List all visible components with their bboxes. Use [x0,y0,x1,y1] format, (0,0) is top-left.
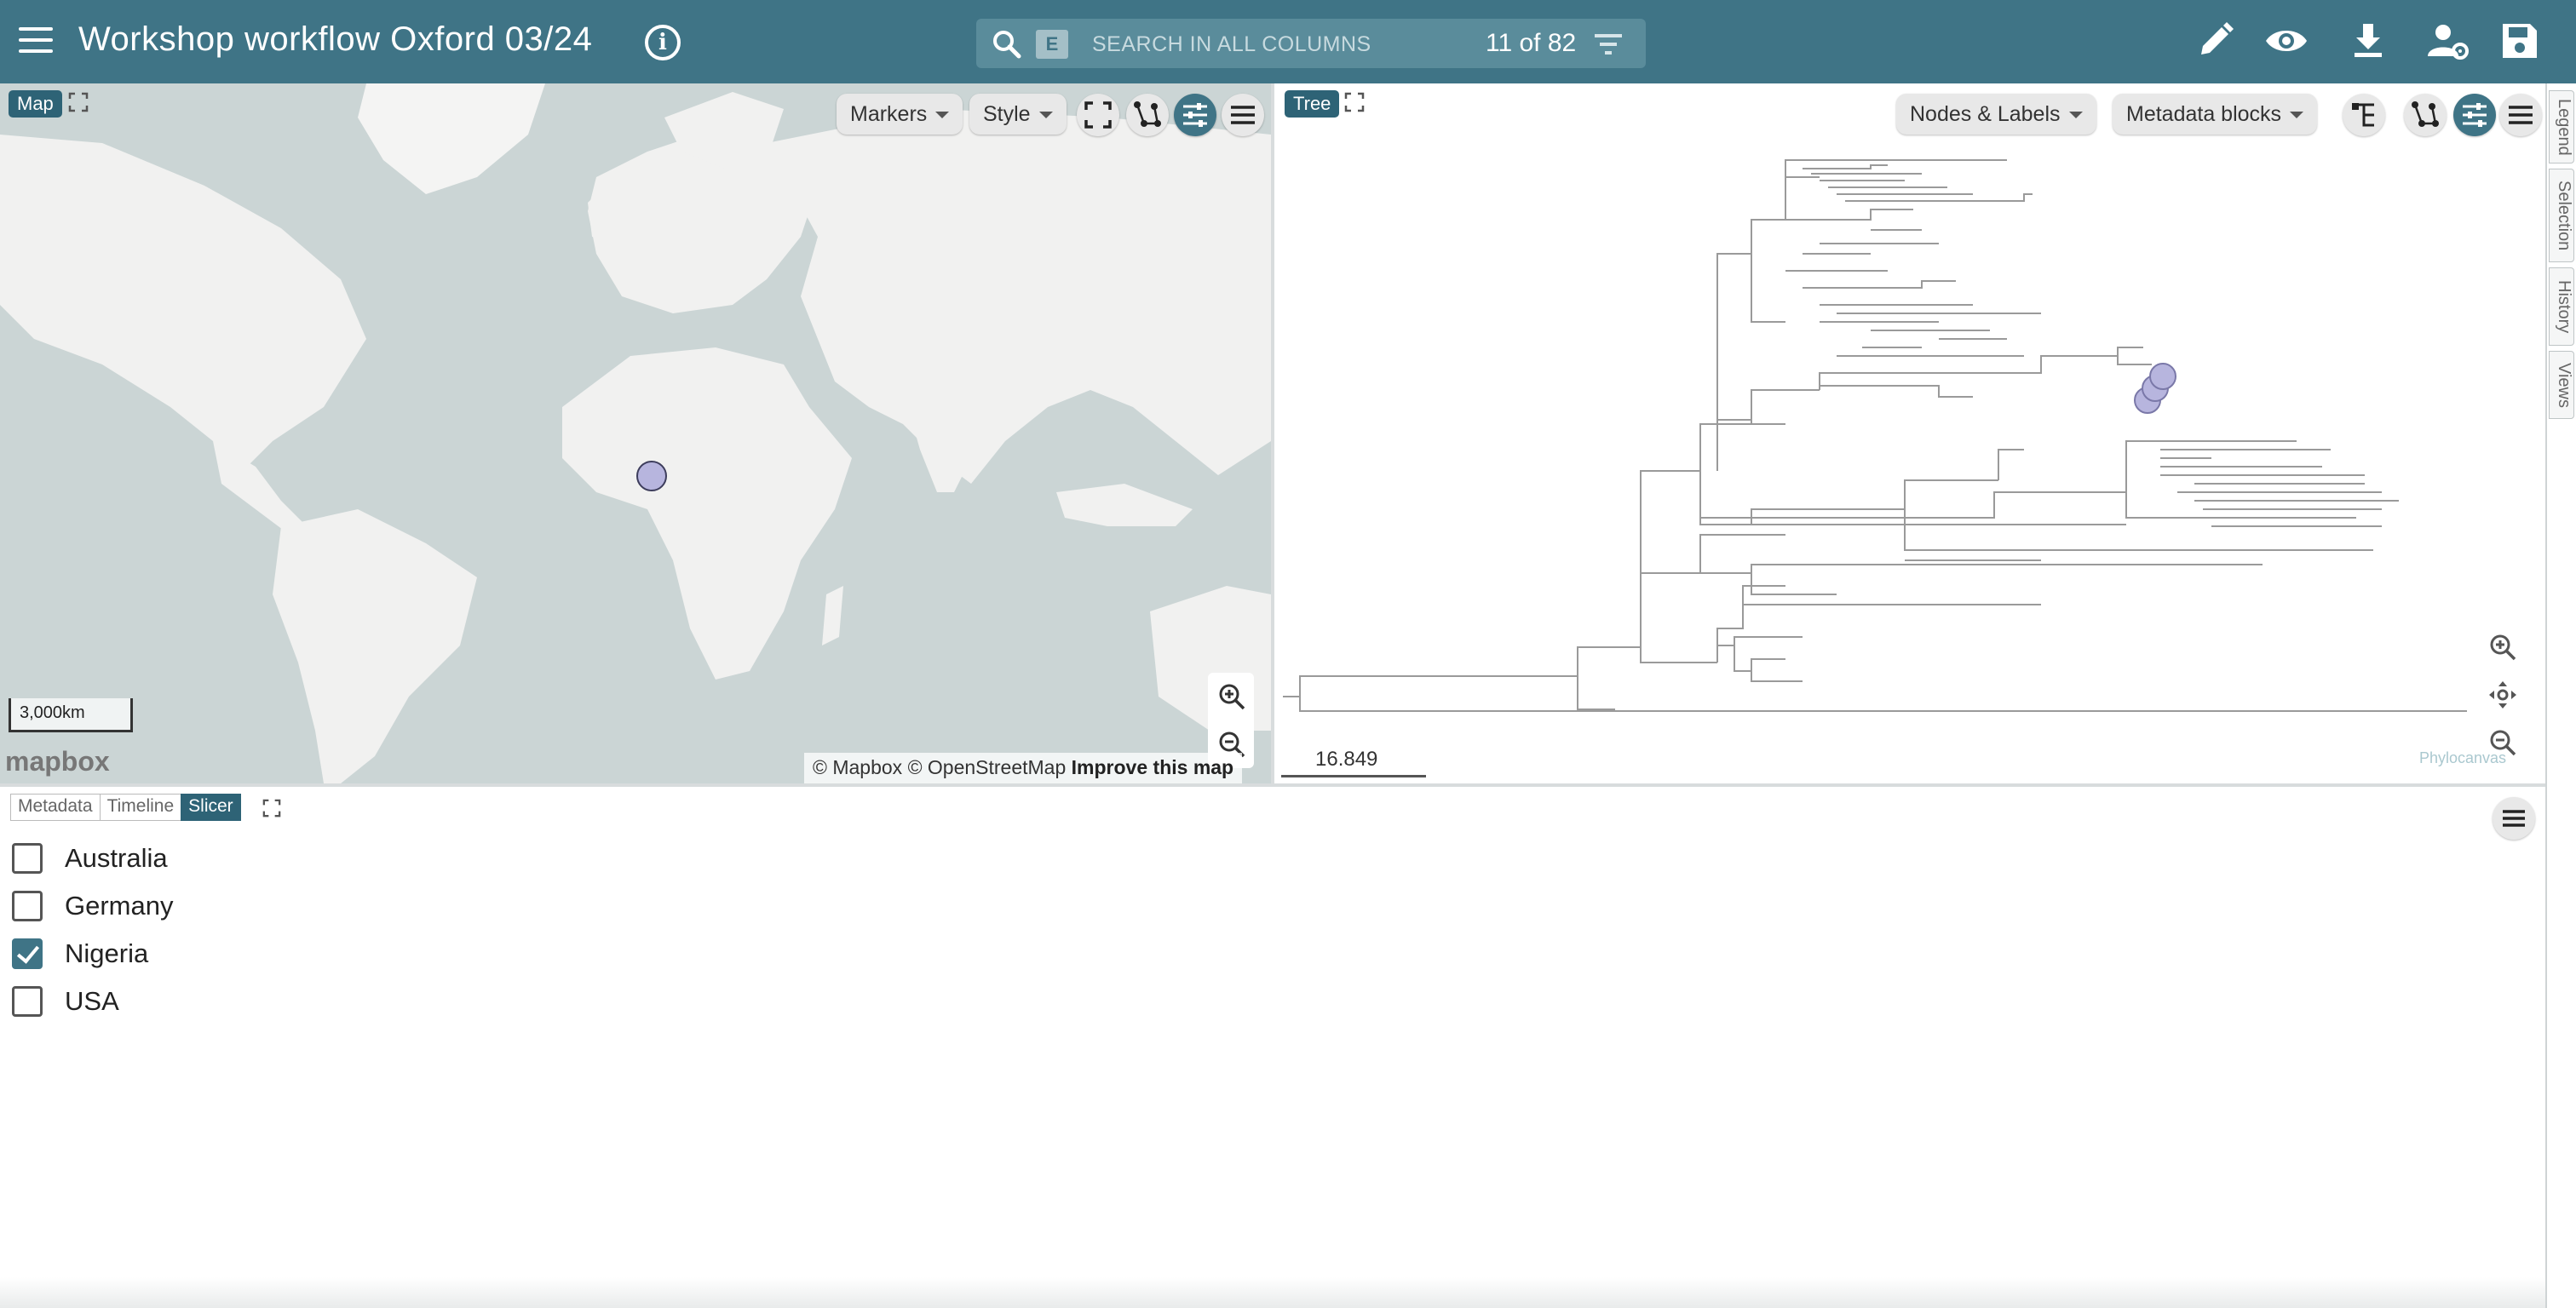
eye-icon[interactable] [2263,17,2310,65]
bottom-panel: Metadata Timeline Slicer Australia Germa… [0,787,2545,1308]
menu-icon [2509,106,2533,124]
slicer-list: Australia Germany Nigeria USA [12,835,173,1025]
side-tab-legend[interactable]: Legend [2549,90,2574,164]
nodes-labels-dropdown[interactable]: Nodes & Labels [1896,94,2096,135]
search-key-hint: E [1036,30,1068,59]
tree-scale-value: 16.849 [1315,748,1378,771]
tree-links-button[interactable] [2404,94,2447,136]
search-result-count: 11 of 82 [1486,29,1577,57]
tree-panel[interactable]: Tree Nodes & Labels Metadata blocks 16.8… [1274,83,2545,783]
tab-slicer[interactable]: Slicer [181,794,241,821]
app-header: Workshop workflow Oxford 03/24 i E SEARC… [0,0,2576,83]
map-menu-button[interactable] [1222,94,1264,136]
app-title: Workshop workflow Oxford 03/24 [78,20,593,58]
tab-timeline[interactable]: Timeline [99,794,182,821]
slicer-checkbox[interactable] [12,843,43,874]
fullscreen-button[interactable] [1077,94,1119,136]
side-tab-selection[interactable]: Selection [2549,169,2574,262]
list-item[interactable]: Australia [12,835,173,882]
map-panel-badge: Map [9,90,62,118]
tab-metadata[interactable]: Metadata [10,794,101,821]
map-attribution: © Mapbox © OpenStreetMap Improve this ma… [804,753,1243,783]
tree-settings-button[interactable] [2453,94,2496,136]
bottom-edge [0,1277,2545,1308]
list-item[interactable]: Nigeria [12,930,173,978]
map-settings-button[interactable] [1174,94,1216,136]
filter-icon[interactable] [1591,31,1625,58]
phylogenetic-tree[interactable] [1274,83,2545,783]
list-item[interactable]: USA [12,978,173,1025]
list-item[interactable]: Germany [12,882,173,930]
download-icon[interactable] [2344,17,2392,65]
tree-zoom-controls [2479,623,2528,766]
search-bar[interactable]: E SEARCH IN ALL COLUMNS 11 of 82 [976,19,1646,68]
expand-panel-icon[interactable] [262,799,281,818]
expand-panel-icon[interactable] [1344,92,1365,112]
bottom-tab-strip: Metadata Timeline Slicer [10,794,241,821]
menu-icon [2503,810,2525,827]
network-nodes-icon [1134,101,1161,127]
search-input[interactable]: SEARCH IN ALL COLUMNS [1092,32,1371,57]
user-settings-icon[interactable] [2424,17,2472,65]
tree-fit-button[interactable] [2479,671,2525,719]
slicer-menu-button[interactable] [2493,797,2535,840]
info-icon[interactable]: i [645,25,681,60]
map-marker-nigeria[interactable] [636,461,667,491]
map-panel[interactable]: Map Markers Style 3,000km mapbox © Mapbo… [0,83,1271,783]
phylocanvas-logo[interactable]: Phylocanvas [2419,749,2506,767]
map-links-button[interactable] [1126,94,1169,136]
move-arrows-icon [2489,681,2516,708]
side-tabs: Legend Selection History Views [2545,83,2576,1308]
pencil-icon[interactable] [2191,17,2239,65]
zoom-in-icon [2490,634,2516,661]
tree-structure-icon [2352,103,2374,127]
world-map[interactable] [0,83,1271,783]
expand-panel-icon[interactable] [68,92,89,112]
osm-attribution-link[interactable]: © OpenStreetMap [908,756,1067,778]
tree-panel-badge: Tree [1285,90,1340,118]
menu-icon [1231,106,1255,124]
hamburger-menu-icon[interactable] [19,27,53,56]
side-tab-views[interactable]: Views [2549,351,2574,419]
fullscreen-icon [1084,101,1112,129]
mapbox-attribution-link[interactable]: © Mapbox [813,756,902,778]
map-zoom-in-button[interactable] [1208,673,1254,720]
sliders-icon [2463,103,2487,127]
slicer-label: USA [65,986,119,1016]
slicer-checkbox[interactable] [12,938,43,969]
mapbox-logo[interactable]: mapbox [5,746,110,777]
tree-type-button[interactable] [2343,94,2385,136]
tree-menu-button[interactable] [2499,94,2542,136]
markers-dropdown[interactable]: Markers [837,94,963,135]
sliders-icon [1183,103,1207,127]
slicer-checkbox[interactable] [12,891,43,921]
slicer-label: Nigeria [65,938,149,968]
network-nodes-icon [2412,101,2439,127]
side-tab-history[interactable]: History [2549,267,2574,346]
tree-scale-bar [1281,775,1426,777]
search-icon[interactable] [990,27,1024,61]
save-icon[interactable] [2496,17,2544,65]
metadata-blocks-dropdown[interactable]: Metadata blocks [2113,94,2318,135]
tree-zoom-in-button[interactable] [2479,623,2525,671]
slicer-label: Germany [65,891,174,921]
zoom-in-icon [1219,684,1245,710]
improve-map-link[interactable]: Improve this map [1072,756,1233,778]
map-scale-bar: 3,000km [9,698,133,732]
slicer-label: Australia [65,843,168,873]
slicer-checkbox[interactable] [12,986,43,1017]
style-dropdown[interactable]: Style [969,94,1067,135]
